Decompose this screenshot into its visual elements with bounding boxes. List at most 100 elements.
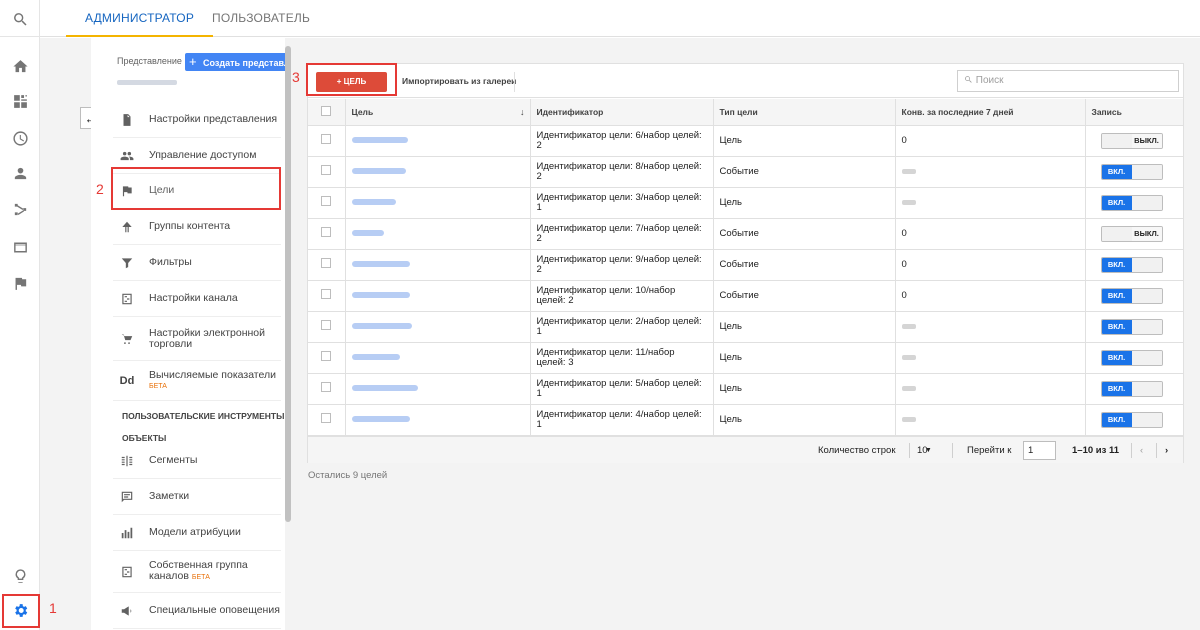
goal-name-cell[interactable] (345, 342, 531, 374)
record-toggle[interactable]: ВКЛ. (1100, 163, 1163, 180)
row-checkbox[interactable] (321, 289, 331, 299)
column-header-conversions[interactable]: Конв. за последние 7 дней (895, 99, 1086, 126)
sidebar-item-channel-group[interactable]: Собственная группа каналов БЕТА (113, 551, 281, 593)
goal-id-cell: Идентификатор цели: 11/набор целей: 3 (530, 342, 714, 374)
goal-name-link[interactable] (351, 322, 412, 329)
column-header-id[interactable]: Идентификатор (530, 99, 714, 126)
record-toggle-cell: ВЫКЛ. (1085, 218, 1183, 250)
row-checkbox[interactable] (321, 227, 331, 237)
sidebar-item-channel-settings[interactable]: Настройки канала (113, 281, 281, 317)
column-header-type[interactable]: Тип цели (713, 99, 896, 126)
row-checkbox[interactable] (321, 413, 331, 423)
record-toggle[interactable]: ВКЛ. (1100, 194, 1163, 211)
table-row[interactable]: Идентификатор цели: 5/набор целей: 1 Цель… (308, 373, 1183, 405)
goal-name-link[interactable] (351, 229, 384, 236)
column-header-record[interactable]: Запись (1085, 99, 1183, 126)
create-view-button[interactable]: + Создать представл (185, 53, 285, 71)
record-toggle[interactable]: ВЫКЛ. (1100, 132, 1163, 149)
dashboard-icon[interactable] (0, 84, 40, 118)
person-icon[interactable] (0, 156, 40, 190)
record-toggle[interactable]: ВКЛ. (1100, 349, 1163, 366)
sidebar-item-label: Настройки электронной торговли (149, 326, 265, 350)
rows-per-page-select[interactable]: 10 ▼ (917, 437, 932, 464)
row-checkbox[interactable] (321, 165, 331, 175)
table-row[interactable]: Идентификатор цели: 4/набор целей: 1 Цель… (308, 404, 1183, 436)
table-row[interactable]: Идентификатор цели: 6/набор целей: 2 Цель… (308, 125, 1183, 157)
goal-name-cell[interactable] (345, 249, 531, 281)
select-all-checkbox[interactable] (321, 105, 331, 116)
record-toggle[interactable]: ВЫКЛ. (1100, 225, 1163, 242)
record-toggle[interactable]: ВКЛ. (1100, 318, 1163, 335)
row-checkbox[interactable] (321, 258, 331, 268)
toggle-knob (1131, 381, 1162, 396)
flag-icon[interactable] (0, 266, 40, 300)
tab-admin[interactable]: АДМИНИСТРАТОР (66, 0, 214, 37)
person-walk-icon (113, 220, 141, 234)
notes-icon (113, 490, 141, 504)
record-toggle[interactable]: ВКЛ. (1100, 411, 1163, 428)
goal-name-cell[interactable] (345, 373, 531, 405)
search-icon[interactable] (0, 2, 40, 36)
table-row[interactable]: Идентификатор цели: 11/набор целей: 3 Цел… (308, 342, 1183, 374)
table-row[interactable]: Идентификатор цели: 7/набор целей: 2 Собы… (308, 218, 1183, 250)
table-row[interactable]: Идентификатор цели: 3/набор целей: 1 Цель… (308, 187, 1183, 219)
row-checkbox[interactable] (321, 196, 331, 206)
sidebar-item-segments[interactable]: Сегменты (113, 443, 281, 479)
record-toggle[interactable]: ВКЛ. (1100, 380, 1163, 397)
acquisition-icon[interactable] (0, 192, 40, 226)
goals-table: Цель ↓ Идентификатор Тип цели Конв. за по… (308, 99, 1183, 436)
next-page-icon[interactable]: › (1165, 437, 1168, 464)
sidebar-item-calculated-metrics[interactable]: Dd Вычисляемые показатели БЕТА (113, 361, 281, 401)
lightbulb-icon[interactable] (0, 559, 40, 593)
prev-page-icon[interactable]: ‹ (1140, 437, 1143, 464)
row-checkbox-cell (308, 280, 346, 312)
goal-name-link[interactable] (351, 167, 406, 174)
table-row[interactable]: Идентификатор цели: 8/набор целей: 2 Собы… (308, 156, 1183, 188)
goal-name-cell[interactable] (345, 218, 531, 250)
sidebar-item-content-groups[interactable]: Группы контента (113, 209, 281, 245)
table-row[interactable]: Идентификатор цели: 9/набор целей: 2 Собы… (308, 249, 1183, 281)
sidebar-item-notes[interactable]: Заметки (113, 479, 281, 515)
goal-name-link[interactable] (351, 353, 400, 360)
sidebar-item-filters[interactable]: Фильтры (113, 245, 281, 281)
goal-name-link[interactable] (351, 260, 410, 267)
goal-name-link[interactable] (351, 291, 410, 298)
column-scrollbar[interactable] (285, 46, 291, 522)
record-toggle[interactable]: ВКЛ. (1100, 287, 1163, 304)
goal-name-cell[interactable] (345, 156, 531, 188)
tab-user[interactable]: ПОЛЬЗОВАТЕЛЬ (193, 0, 329, 37)
sidebar-item-alerts[interactable]: Специальные оповещения (113, 593, 281, 629)
sidebar-item-attribution[interactable]: Модели атрибуции (113, 515, 281, 551)
row-checkbox[interactable] (321, 351, 331, 361)
view-selector[interactable] (117, 80, 177, 85)
conversions-value: 0 (901, 289, 907, 301)
row-checkbox[interactable] (321, 134, 331, 144)
sidebar-item-view-settings[interactable]: Настройки представления (113, 102, 281, 138)
sidebar-item-label: Модели атрибуции (149, 526, 241, 538)
goal-name-cell[interactable] (345, 125, 531, 157)
goal-name-link[interactable] (351, 136, 408, 143)
goal-type-cell: Цель (713, 342, 896, 374)
select-all-checkbox-cell (308, 99, 346, 126)
home-icon[interactable] (0, 49, 40, 83)
table-row[interactable]: Идентификатор цели: 10/набор целей: 2 Соб… (308, 280, 1183, 312)
behavior-icon[interactable] (0, 230, 40, 264)
toggle-label: ВЫКЛ. (1131, 226, 1162, 241)
import-from-gallery-link[interactable]: Импортировать из галереи (402, 76, 516, 86)
goal-name-cell[interactable] (345, 404, 531, 436)
goto-page-input[interactable]: 1 (1023, 441, 1056, 460)
table-row[interactable]: Идентификатор цели: 2/набор целей: 1 Цель… (308, 311, 1183, 343)
goal-name-cell[interactable] (345, 280, 531, 312)
goal-name-cell[interactable] (345, 187, 531, 219)
goal-name-link[interactable] (351, 415, 410, 422)
clock-icon[interactable] (0, 121, 40, 155)
record-toggle[interactable]: ВКЛ. (1100, 256, 1163, 273)
row-checkbox[interactable] (321, 382, 331, 392)
sidebar-item-ecommerce[interactable]: Настройки электронной торговли (113, 317, 281, 361)
goal-name-link[interactable] (351, 384, 418, 391)
goal-name-link[interactable] (351, 198, 396, 205)
goal-name-cell[interactable] (345, 311, 531, 343)
column-header-goal[interactable]: Цель ↓ (345, 99, 531, 126)
row-checkbox[interactable] (321, 320, 331, 330)
search-input[interactable]: Поиск (957, 70, 1179, 92)
